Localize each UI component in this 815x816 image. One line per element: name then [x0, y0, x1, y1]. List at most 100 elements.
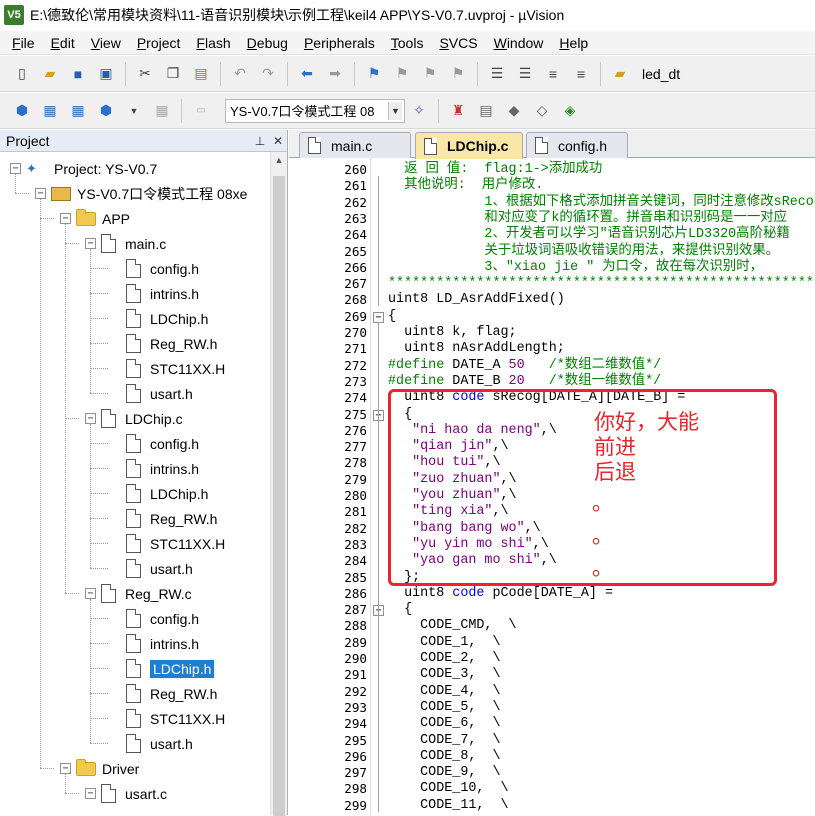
unindent-icon[interactable]: ☰	[514, 63, 536, 85]
tree-item-file[interactable]: Reg_RW.h	[110, 681, 217, 706]
tree-item-file[interactable]: config.h	[110, 431, 199, 456]
collapse-icon[interactable]: −	[35, 188, 46, 199]
tree-item-file[interactable]: intrins.h	[110, 281, 199, 306]
rebuild-icon[interactable]: ▦	[67, 100, 89, 122]
save-all-icon[interactable]: ▣	[95, 63, 117, 85]
tree-item-file[interactable]: STC11XX.H	[110, 356, 225, 381]
project-tree-scrollbar[interactable]: ▲	[270, 152, 287, 816]
bookmark-icon[interactable]: ⚑	[363, 63, 385, 85]
paste-icon[interactable]: ▤	[190, 63, 212, 85]
menu-svcs[interactable]: SVCS	[431, 31, 485, 55]
menu-debug[interactable]: Debug	[239, 31, 296, 55]
new-file-icon[interactable]: ▯	[11, 63, 33, 85]
code-line[interactable]: {	[388, 309, 396, 325]
code-line[interactable]: CODE_9, \	[388, 765, 500, 781]
code-line[interactable]: CODE_10, \	[388, 781, 508, 797]
save-icon[interactable]: ■	[67, 63, 89, 85]
fold-toggle-icon[interactable]: −	[373, 311, 384, 323]
tree-item-file[interactable]: − Reg_RW.c	[85, 581, 192, 606]
code-line[interactable]: 关于垃圾词语吸收错误的用法，来提供识别效果。	[388, 244, 779, 260]
find-text-field[interactable]: led_dt	[642, 66, 680, 82]
code-line[interactable]: CODE_11, \	[388, 798, 508, 814]
batch-build-icon[interactable]: ⬢	[95, 100, 117, 122]
tree-item-file[interactable]: − usart.c	[85, 781, 167, 806]
translate-icon[interactable]: ⬢	[11, 100, 33, 122]
tab-main-c[interactable]: main.c	[299, 132, 411, 158]
code-line[interactable]: 其他说明: 用户修改.	[388, 178, 543, 194]
close-icon[interactable]: ✕	[269, 134, 287, 148]
collapse-icon[interactable]: −	[10, 163, 21, 174]
chevron-down-icon[interactable]: ▼	[388, 101, 402, 120]
target-options-icon[interactable]: ✧	[408, 100, 430, 122]
code-line[interactable]: CODE_7, \	[388, 733, 500, 749]
code-line[interactable]: CODE_5, \	[388, 700, 500, 716]
code-line[interactable]: CODE_8, \	[388, 749, 500, 765]
collapse-icon[interactable]: −	[85, 588, 96, 599]
navigate-forward-icon[interactable]: ➡	[324, 63, 346, 85]
tree-item-file[interactable]: LDChip.h	[110, 656, 215, 681]
code-line[interactable]: 1、根据如下格式添加拼音关键词，同时注意修改sRecog	[388, 195, 815, 211]
collapse-icon[interactable]: −	[60, 213, 71, 224]
code-line[interactable]: {	[388, 602, 412, 618]
code-line[interactable]: ****************************************…	[388, 276, 814, 292]
scrollbar-thumb[interactable]	[273, 176, 285, 816]
select-packs-icon[interactable]: ◇	[531, 100, 553, 122]
code-line[interactable]: 和对应变了k的循环置。拼音串和识别码是一一对应	[388, 211, 787, 227]
download-icon[interactable]: ▭	[190, 100, 212, 122]
menu-peripherals[interactable]: Peripherals	[296, 31, 383, 55]
menu-view[interactable]: View	[83, 31, 129, 55]
copy-icon[interactable]: ❐	[162, 63, 184, 85]
collapse-icon[interactable]: −	[85, 788, 96, 799]
tree-item-file[interactable]: − main.c	[85, 231, 166, 256]
navigate-back-icon[interactable]: ⬅	[296, 63, 318, 85]
tree-item-file[interactable]: LDChip.h	[110, 481, 208, 506]
clear-bookmarks-icon[interactable]: ⚑	[447, 63, 469, 85]
tree-item-file[interactable]: config.h	[110, 606, 199, 631]
undo-icon[interactable]: ↶	[229, 63, 251, 85]
menu-window[interactable]: Window	[486, 31, 552, 55]
scroll-up-arrow-icon[interactable]: ▲	[271, 152, 287, 169]
redo-icon[interactable]: ↷	[257, 63, 279, 85]
code-line[interactable]: 3、"xiao jie " 为口令，故在每次识别时，	[388, 260, 763, 276]
run-time-environment-icon[interactable]: ◈	[559, 100, 581, 122]
code-line[interactable]: uint8 k, flag;	[388, 325, 517, 341]
code-line[interactable]: CODE_1, \	[388, 635, 500, 651]
tree-item-file[interactable]: STC11XX.H	[110, 706, 225, 731]
dropdown-arrow-icon[interactable]: ▼	[123, 100, 145, 122]
code-line[interactable]: uint8 LD_AsrAddFixed()	[388, 292, 565, 308]
tree-item-target[interactable]: − YS-V0.7口令模式工程 08xe	[35, 181, 247, 206]
collapse-icon[interactable]: −	[60, 763, 71, 774]
code-line[interactable]: #define DATE_A 50 /*数组二维数值*/	[388, 358, 661, 374]
stop-build-icon[interactable]: ▦	[151, 100, 173, 122]
code-line[interactable]: #define DATE_B 20 /*数组一维数值*/	[388, 374, 661, 390]
tree-item-folder[interactable]: − Driver	[60, 756, 139, 781]
code-line[interactable]: CODE_3, \	[388, 667, 500, 683]
code-line[interactable]: CODE_2, \	[388, 651, 500, 667]
code-line[interactable]: CODE_4, \	[388, 684, 500, 700]
menu-tools[interactable]: Tools	[383, 31, 432, 55]
collapse-icon[interactable]: −	[85, 413, 96, 424]
pack-installer-icon[interactable]: ◆	[503, 100, 525, 122]
indent-icon[interactable]: ☰	[486, 63, 508, 85]
tree-item-file[interactable]: usart.h	[110, 556, 193, 581]
open-folder-icon[interactable]: ▰	[39, 63, 61, 85]
tree-item-project[interactable]: − ✦ Project: YS-V0.7	[10, 156, 157, 181]
pin-icon[interactable]: ⊥	[251, 134, 269, 148]
build-icon[interactable]: ▦	[39, 100, 61, 122]
target-select[interactable]: YS-V0.7口令模式工程 08 ▼	[225, 98, 405, 123]
code-line[interactable]: uint8 nAsrAddLength;	[388, 341, 565, 357]
tree-item-file[interactable]: intrins.h	[110, 456, 199, 481]
prev-bookmark-icon[interactable]: ⚑	[391, 63, 413, 85]
tab-config-h[interactable]: config.h	[526, 132, 628, 158]
code-line[interactable]: uint8 code pCode[DATE_A] =	[388, 586, 613, 602]
tab-ldchip-c[interactable]: LDChip.c	[415, 132, 523, 159]
comment-icon[interactable]: ≡	[542, 63, 564, 85]
tree-item-file[interactable]: Reg_RW.h	[110, 331, 217, 356]
tree-item-file[interactable]: STC11XX.H	[110, 531, 225, 556]
file-extensions-icon[interactable]: ▤	[475, 100, 497, 122]
menu-edit[interactable]: Edit	[43, 31, 83, 55]
collapse-icon[interactable]: −	[85, 238, 96, 249]
cut-icon[interactable]: ✂	[134, 63, 156, 85]
tree-item-file[interactable]: − LDChip.c	[85, 406, 183, 431]
menu-help[interactable]: Help	[551, 31, 596, 55]
